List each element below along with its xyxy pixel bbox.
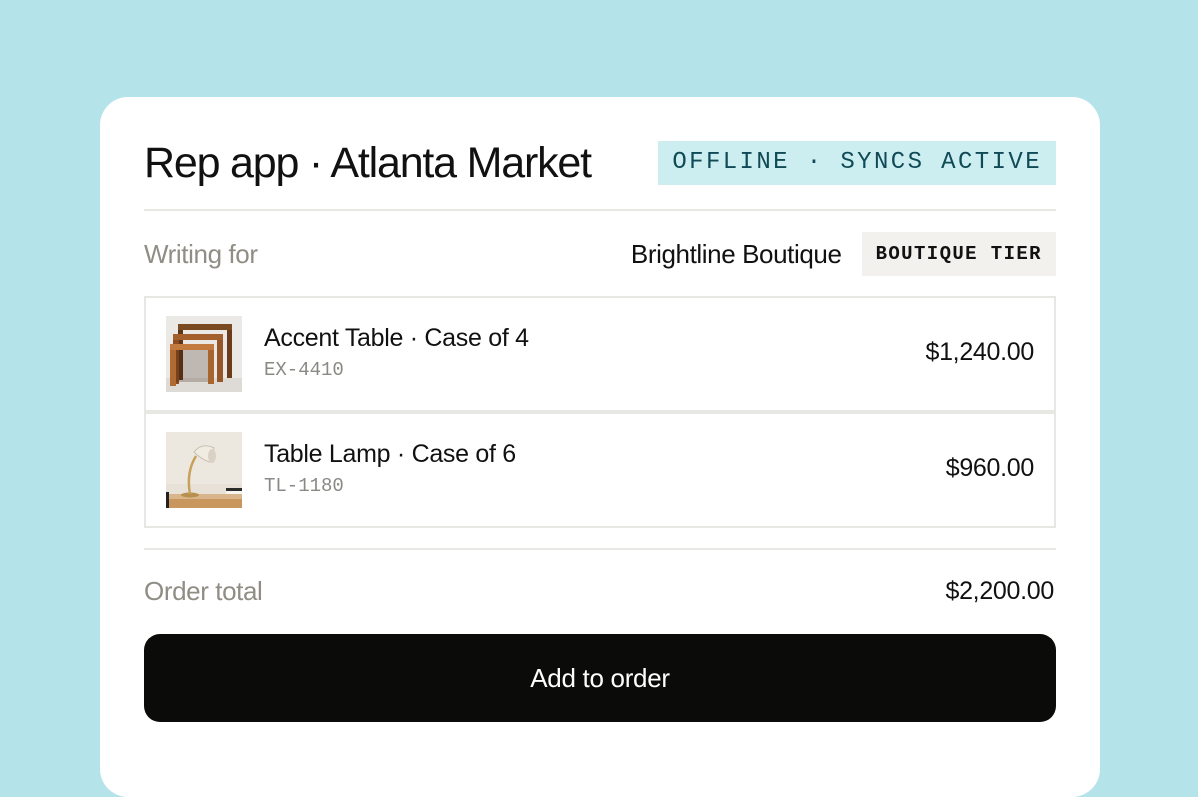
order-total-label: Order total [144,575,263,606]
table-lamp-thumbnail [166,432,242,508]
item-sku: EX-4410 [264,359,344,381]
customer-name[interactable]: Brightline Boutique [631,239,842,270]
nesting-tables-thumbnail [166,316,242,392]
table-lamp-photo [166,432,242,508]
item-name: Accent Table · Case of 4 [264,324,529,352]
order-card: Rep app · Atlanta Market OFFLINE · SYNCS… [100,97,1100,797]
line-item[interactable]: Accent Table · Case of 4 EX-4410 $1,240.… [144,296,1056,412]
order-total-row: Order total $2,200.00 [144,569,1056,613]
tier-badge: BOUTIQUE TIER [861,232,1056,276]
header-divider [144,209,1056,211]
nesting-tables-photo [166,316,242,392]
item-price: $1,240.00 [925,338,1034,366]
line-items-list: Accent Table · Case of 4 EX-4410 $1,240.… [144,296,1056,528]
writing-for-label: Writing for [144,238,258,269]
sync-status-badge: OFFLINE · SYNCS ACTIVE [658,141,1056,185]
customer-row: Writing for Brightline Boutique BOUTIQUE… [144,232,1056,276]
page-title: Rep app · Atlanta Market [144,138,592,187]
card-header: Rep app · Atlanta Market OFFLINE · SYNCS… [144,137,1056,189]
order-total-value: $2,200.00 [945,576,1054,605]
item-name: Table Lamp · Case of 6 [264,440,516,468]
line-item[interactable]: Table Lamp · Case of 6 TL-1180 $960.00 [144,412,1056,528]
add-to-order-button[interactable]: Add to order [144,634,1056,722]
item-price: $960.00 [945,454,1035,482]
summary-divider [144,548,1056,550]
item-sku: TL-1180 [264,475,344,497]
